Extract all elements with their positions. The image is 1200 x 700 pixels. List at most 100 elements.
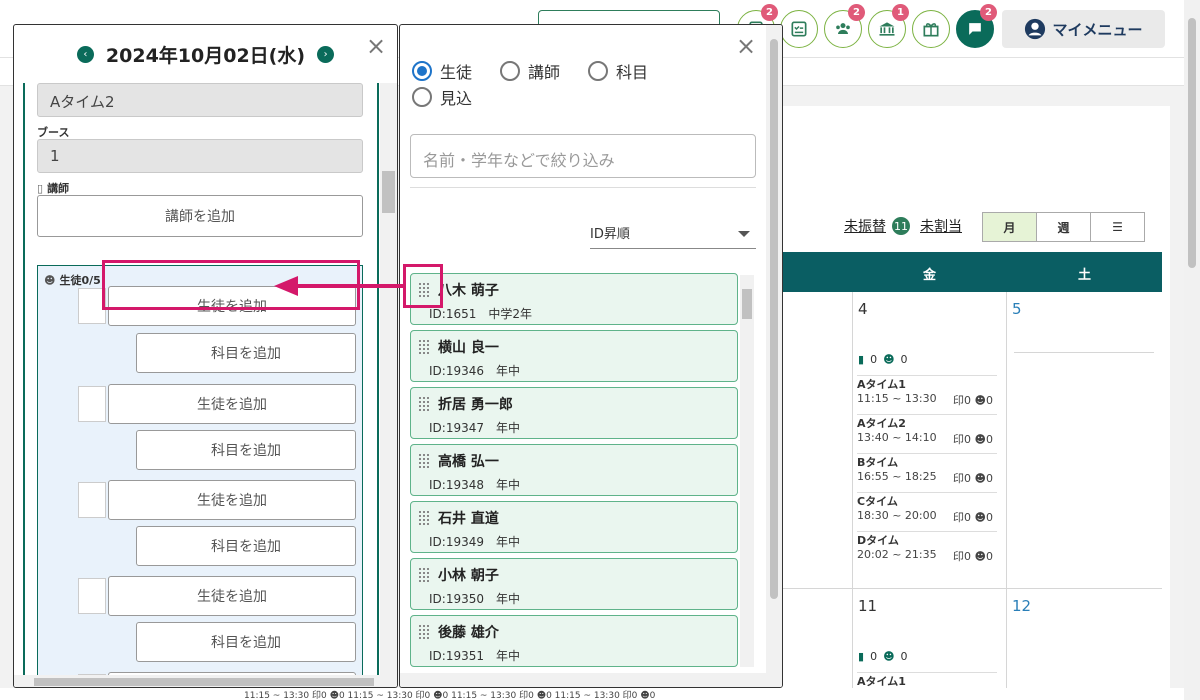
time-slot[interactable]: Aタイム1	[857, 672, 997, 689]
add-subject-button[interactable]: 科目を追加	[136, 333, 356, 373]
people-icon	[836, 23, 850, 34]
people-button[interactable]: 2	[824, 4, 865, 48]
list-scrollbar[interactable]	[740, 275, 754, 667]
slot-name: Aタイム1	[857, 378, 906, 391]
drag-handle-icon[interactable]	[419, 511, 431, 525]
student-card[interactable]: 石井 直道 ID:19349 年中	[410, 501, 738, 553]
student-id-grade: ID:19351 年中	[429, 649, 520, 663]
notification-badge: 1	[892, 4, 909, 21]
filter-input[interactable]: 名前・学年などで絞り込み	[410, 134, 756, 178]
add-teacher-button[interactable]: 講師を追加	[37, 195, 363, 237]
close-icon[interactable]: ×	[736, 34, 756, 58]
time-slot[interactable]: Aタイム2 13:40 ~ 14:10 印0 ☻0	[857, 414, 997, 447]
time-slot[interactable]: Cタイム 18:30 ~ 20:00 印0 ☻0	[857, 492, 997, 525]
day-number[interactable]: 12	[1012, 597, 1031, 615]
slot-counts: 印0 ☻0	[953, 394, 993, 407]
add-subject-button[interactable]: 科目を追加	[136, 526, 356, 566]
radio-button-selected[interactable]	[412, 61, 432, 81]
view-list-button[interactable]: ☰	[1090, 212, 1145, 242]
slot-name: Bタイム	[857, 456, 899, 469]
student-slot-checkbox[interactable]	[78, 578, 106, 614]
radio-teacher[interactable]: 講師	[500, 59, 560, 83]
day-number[interactable]: 4	[858, 300, 868, 318]
drag-handle-icon[interactable]	[419, 340, 431, 354]
modal-header: ‹ 2024年10月02日(水) ›	[14, 25, 397, 83]
slot-time: 11:15 ~ 13:30	[857, 392, 937, 405]
day-number[interactable]: 5	[1012, 300, 1022, 318]
add-student-button[interactable]: 生徒を追加	[108, 384, 356, 424]
modal-scrollbar[interactable]	[766, 25, 782, 673]
radio-label: 生徒	[440, 63, 473, 82]
add-student-button[interactable]: 生徒を追加	[108, 576, 356, 616]
booth-label: ブース	[37, 126, 70, 139]
close-icon[interactable]: ×	[366, 34, 386, 58]
my-menu-button[interactable]: マイメニュー	[1002, 10, 1165, 48]
drag-handle-icon[interactable]	[419, 397, 431, 411]
slot-counts: 印0 ☻0	[953, 433, 993, 446]
student-slot-checkbox[interactable]	[78, 482, 106, 518]
prev-day-button[interactable]: ‹	[76, 45, 94, 63]
teacher-label-text: 講師	[47, 182, 70, 195]
bank-button[interactable]: 1	[868, 4, 909, 48]
unassigned-transfer-link[interactable]: 未振替	[844, 216, 886, 236]
student-slot-checkbox[interactable]	[78, 386, 106, 422]
chevron-down-icon	[738, 231, 750, 237]
modal-h-scrollbar[interactable]	[14, 675, 397, 687]
chat-icon	[969, 23, 981, 35]
slot-name: Dタイム	[857, 534, 899, 547]
unassigned-link[interactable]: 未割当	[920, 216, 962, 236]
next-day-button[interactable]: ›	[317, 45, 335, 63]
drag-handle-icon[interactable]	[419, 625, 431, 639]
divider	[410, 187, 756, 188]
student-card[interactable]: 高橋 弘一 ID:19348 年中	[410, 444, 738, 496]
student-card[interactable]: 後藤 雄介 ID:19351 年中	[410, 615, 738, 667]
header-saturday: 土	[1078, 268, 1092, 283]
checklist-button[interactable]	[780, 10, 818, 48]
time-field[interactable]: Aタイム2	[37, 83, 363, 117]
modal-scrollbar[interactable]	[380, 83, 397, 675]
drag-handle-icon[interactable]	[419, 568, 431, 582]
student-name: 石井 直道	[438, 511, 499, 527]
add-subject-button[interactable]: 科目を追加	[136, 430, 356, 470]
student-card[interactable]: 小林 朝子 ID:19350 年中	[410, 558, 738, 610]
student-card[interactable]: 折居 勇一郎 ID:19347 年中	[410, 387, 738, 439]
student-card[interactable]: 八木 萌子 ID:1651 中学2年	[410, 273, 738, 325]
teacher-icon: ▯	[37, 181, 44, 195]
slot-time: 18:30 ~ 20:00	[857, 509, 937, 522]
gift-button[interactable]	[912, 10, 950, 48]
radio-student[interactable]: 生徒	[412, 59, 472, 83]
student-id-grade: ID:1651 中学2年	[429, 307, 532, 321]
calendar-links: 未振替 11 未割当	[844, 216, 962, 236]
add-student-button[interactable]: 生徒を追加	[108, 480, 356, 520]
slot-counts: 印0 ☻0	[953, 472, 993, 485]
day-number[interactable]: 11	[858, 597, 877, 615]
view-month-button[interactable]: 月	[982, 212, 1037, 242]
slot-time: 13:40 ~ 14:10	[857, 431, 937, 444]
time-slot[interactable]: Bタイム 16:55 ~ 18:25 印0 ☻0	[857, 453, 997, 486]
page-scrollbar[interactable]	[1184, 0, 1200, 700]
radio-button[interactable]	[412, 87, 432, 107]
drag-handle-icon[interactable]	[419, 454, 431, 468]
student-card[interactable]: 横山 良一 ID:19346 年中	[410, 330, 738, 382]
slot-name: Aタイム1	[857, 675, 906, 688]
radio-button[interactable]	[588, 61, 608, 81]
radio-subject[interactable]: 科目	[588, 59, 648, 83]
time-slot[interactable]: Aタイム1 11:15 ~ 13:30 印0 ☻0	[857, 375, 997, 408]
slot-name: Cタイム	[857, 495, 898, 508]
modal-h-scrollbar[interactable]	[400, 673, 782, 687]
unassigned-transfer-count: 11	[892, 217, 910, 235]
student-name: 後藤 雄介	[438, 625, 499, 641]
view-week-button[interactable]: 週	[1036, 212, 1091, 242]
time-slot[interactable]: Dタイム 20:02 ~ 21:35 印0 ☻0	[857, 531, 997, 564]
add-subject-button[interactable]: 科目を追加	[136, 622, 356, 662]
schedule-edit-modal: ‹ 2024年10月02日(水) › × Aタイム2 ブース 1 ▯ 講師 講師…	[13, 24, 398, 688]
chat-button[interactable]: 2	[956, 4, 997, 48]
student-name: 小林 朝子	[438, 568, 499, 584]
radio-prospect[interactable]: 見込	[412, 85, 472, 109]
student-name: 横山 良一	[438, 340, 499, 356]
radio-button[interactable]	[500, 61, 520, 81]
grid-line	[1006, 292, 1007, 692]
teacher-label: ▯ 講師	[37, 180, 69, 196]
sort-select[interactable]: ID昇順	[590, 219, 756, 249]
booth-field[interactable]: 1	[37, 139, 363, 173]
